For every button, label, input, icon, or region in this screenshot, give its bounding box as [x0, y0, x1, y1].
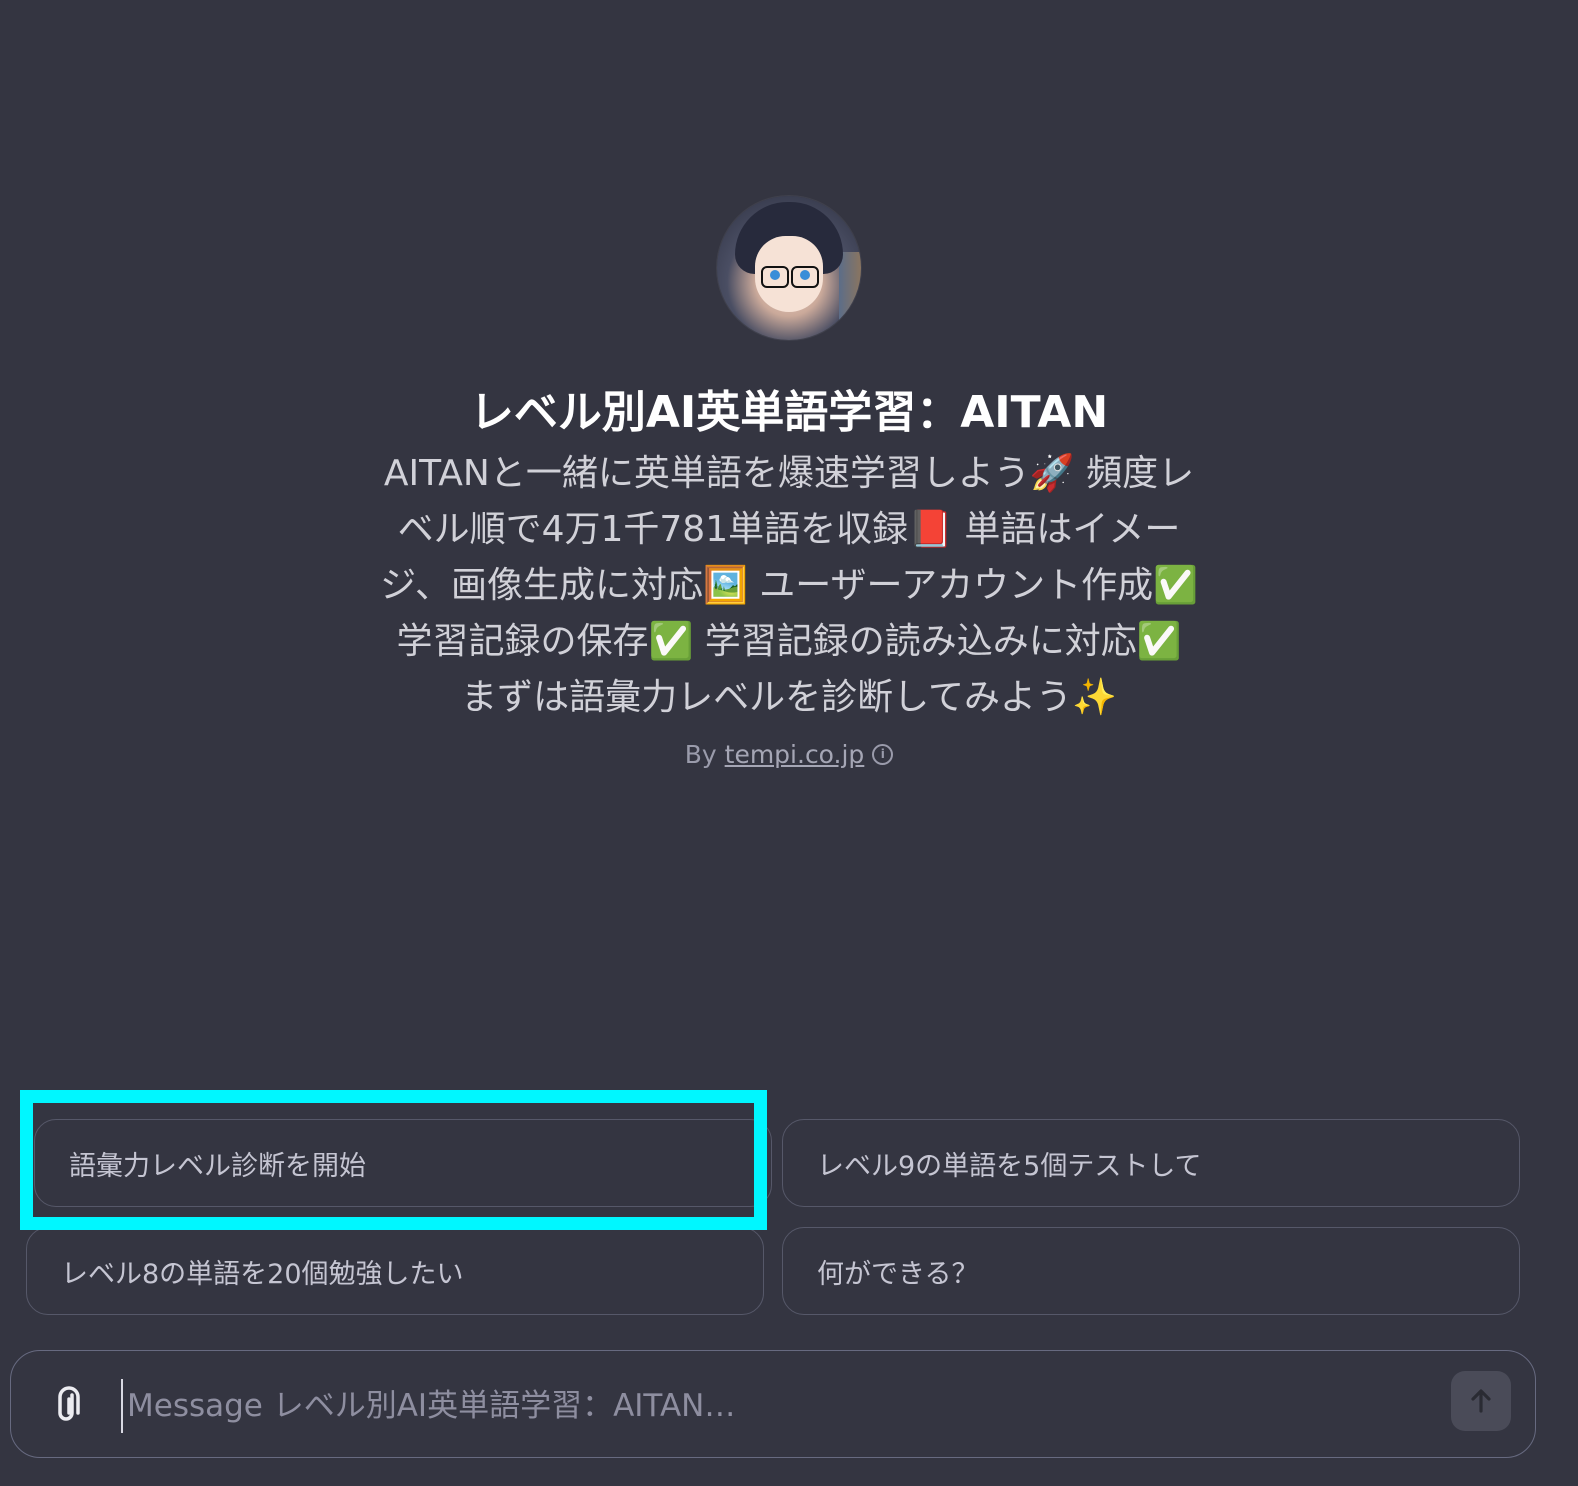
- suggestion-level8-study[interactable]: レベル8の単語を20個勉強したい: [26, 1227, 764, 1315]
- suggestion-what-can-you-do[interactable]: 何ができる？: [782, 1227, 1520, 1315]
- suggestion-start-diagnosis[interactable]: 語彙力レベル診断を開始: [34, 1119, 772, 1207]
- gpt-byline: By tempi.co.jp i: [0, 740, 1578, 769]
- paperclip-icon[interactable]: [51, 1385, 87, 1425]
- suggestion-label: レベル8の単語を20個勉強したい: [61, 1258, 464, 1290]
- arrow-up-icon: [1471, 1389, 1491, 1413]
- suggestion-level9-test[interactable]: レベル9の単語を5個テストして: [782, 1119, 1520, 1207]
- message-composer: [10, 1350, 1536, 1458]
- suggestion-label: レベル9の単語を5個テストして: [817, 1150, 1202, 1182]
- gpt-description: AITANと一緒に英単語を爆速学習しよう🚀 頻度レ ベル順で4万1千781単語を…: [380, 453, 1198, 718]
- gpt-title: レベル別AI英単語学習：AITAN: [469, 387, 1109, 438]
- gpt-intro: レベル別AI英単語学習：AITAN AITANと一緒に英単語を爆速学習しよう🚀 …: [0, 196, 1578, 769]
- suggestion-label: 何ができる？: [817, 1258, 979, 1290]
- message-input[interactable]: [121, 1379, 1429, 1433]
- author-link[interactable]: tempi.co.jp: [725, 740, 865, 769]
- by-prefix: By: [684, 740, 717, 769]
- gpt-avatar: [717, 196, 861, 340]
- send-button[interactable]: [1451, 1371, 1511, 1431]
- info-icon[interactable]: i: [872, 744, 894, 765]
- suggestion-label: 語彙力レベル診断を開始: [69, 1150, 366, 1182]
